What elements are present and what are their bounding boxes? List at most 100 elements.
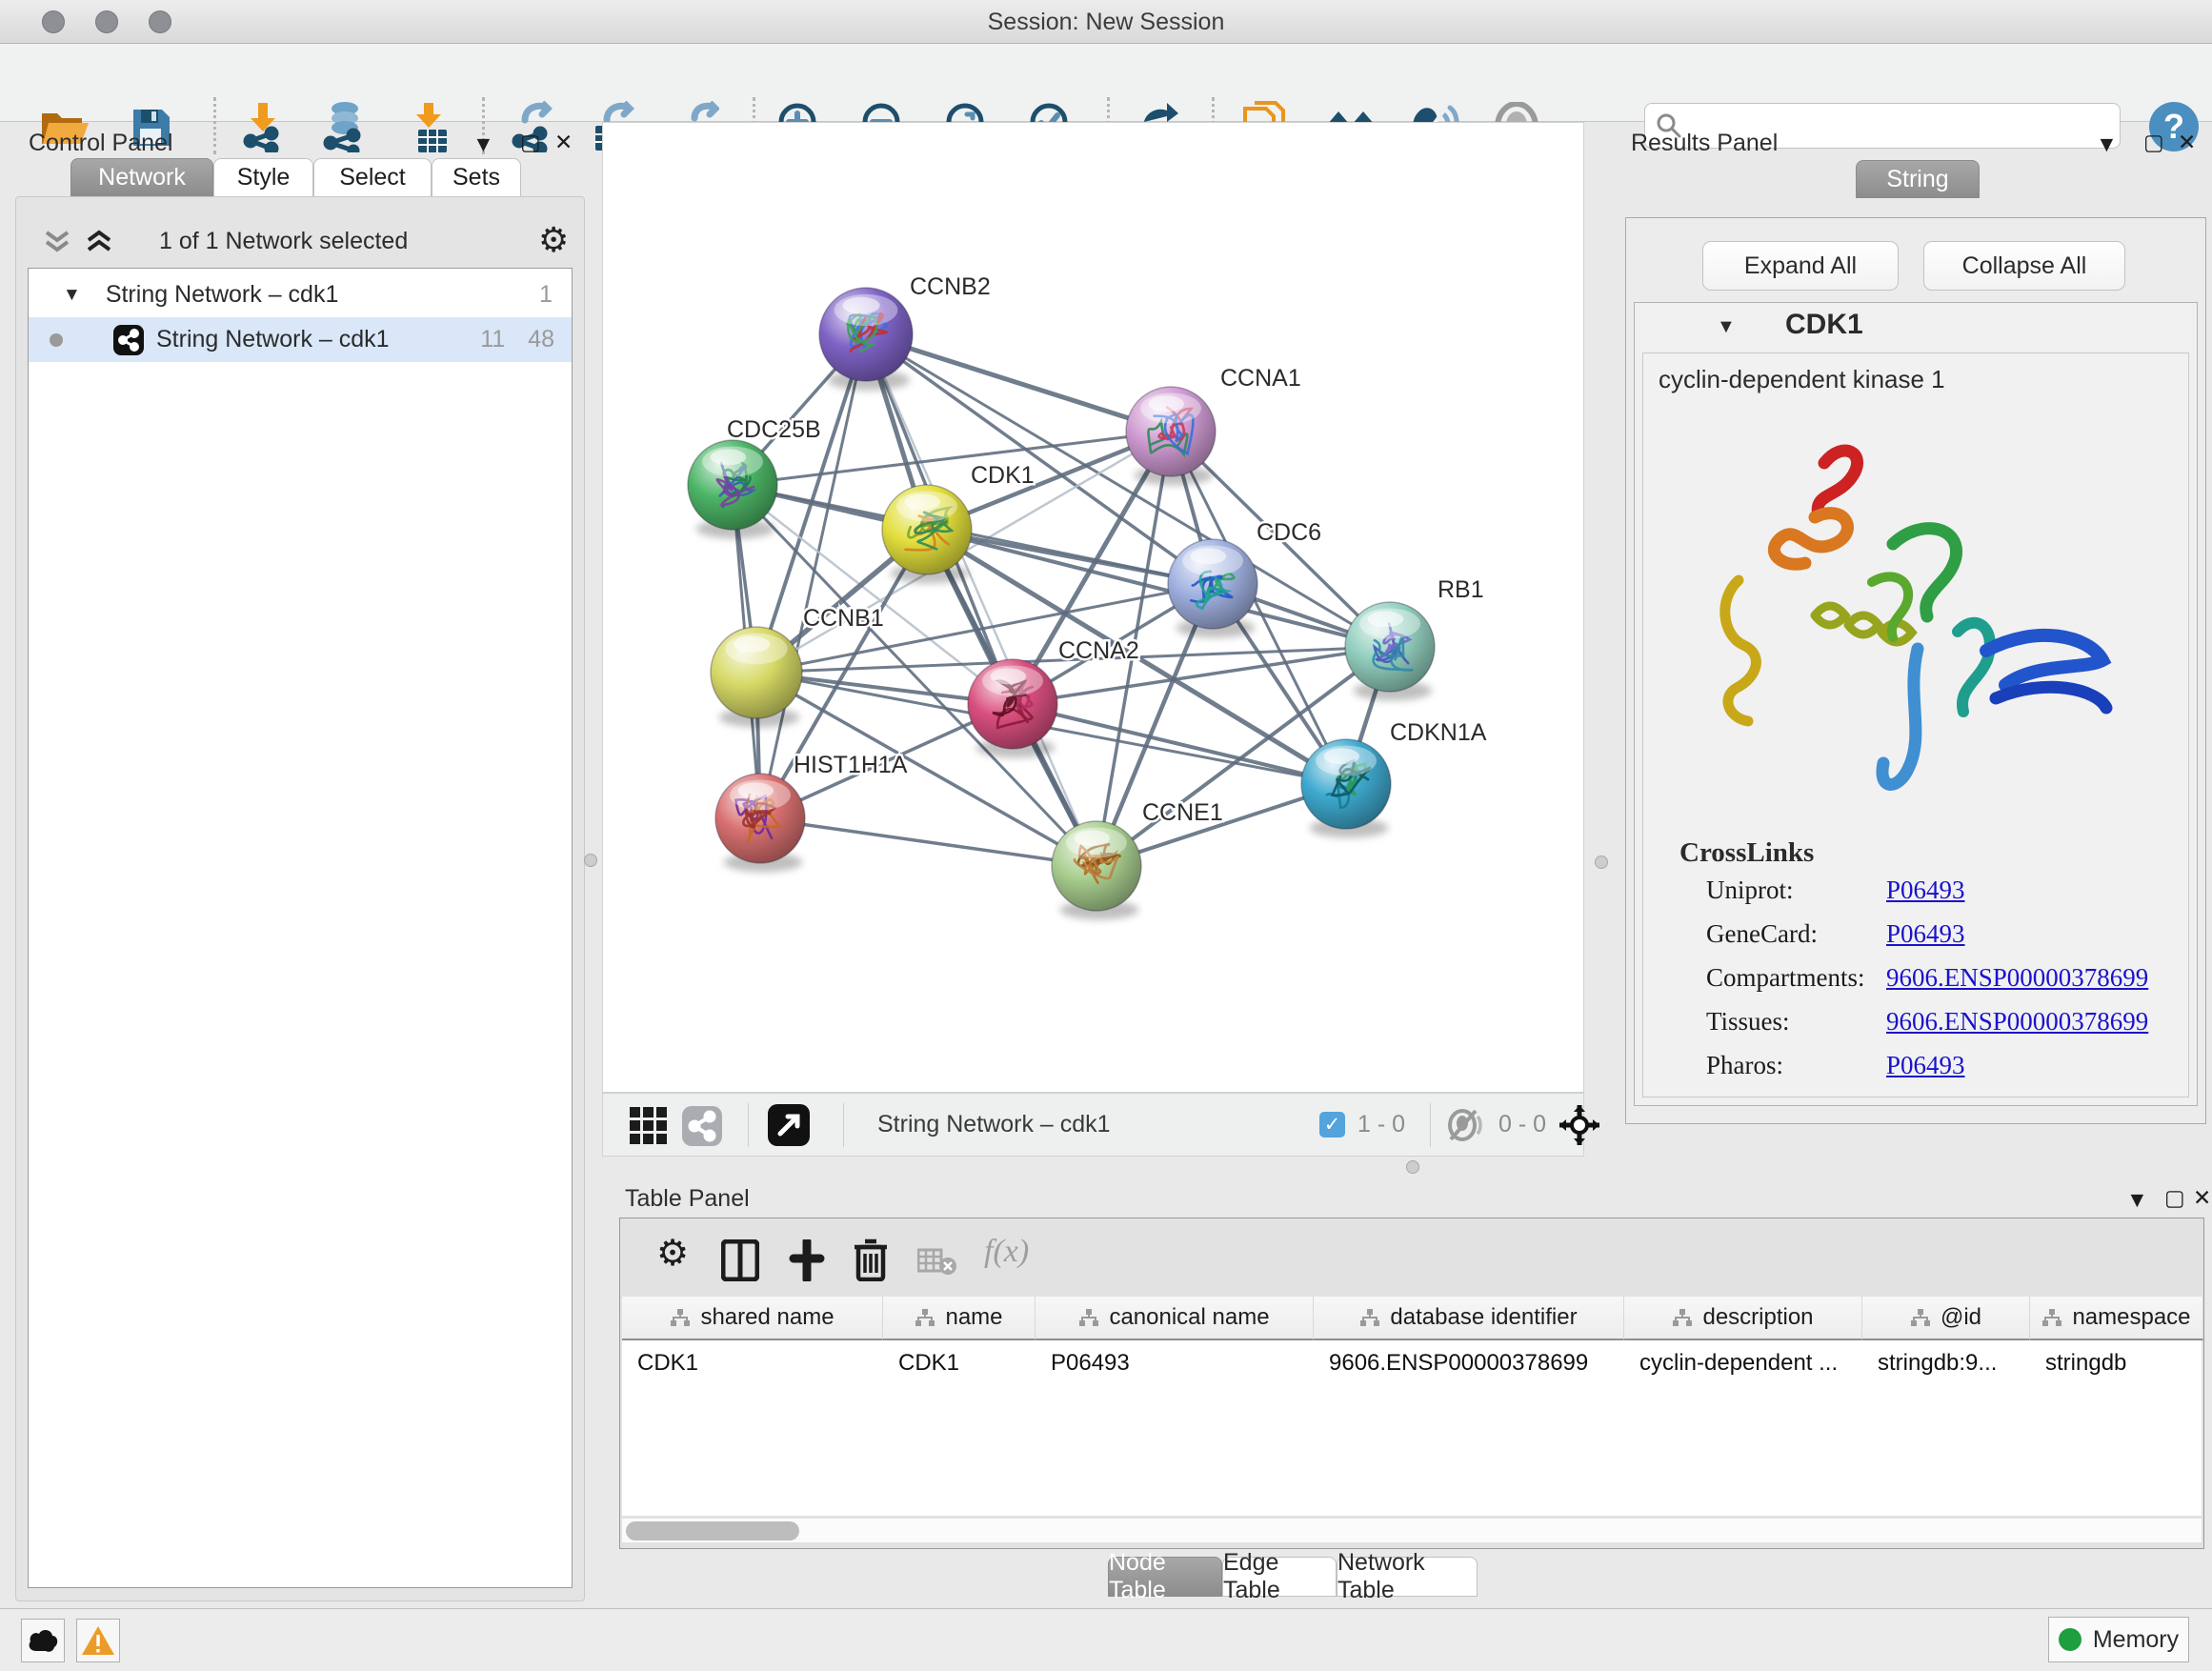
column-header--id[interactable]: @id [1862,1297,2030,1340]
table-settings-gear-icon[interactable]: ⚙ [656,1232,689,1275]
network-row-label: String Network – cdk1 [156,326,390,353]
column-header-name[interactable]: name [883,1297,1036,1340]
network-node-CCNA1[interactable] [1126,387,1216,485]
column-header-label: canonical name [1109,1304,1269,1331]
column-header-namespace[interactable]: namespace [2030,1297,2203,1340]
column-type-icon [670,1308,691,1327]
expand-all-button[interactable]: Expand All [1702,241,1899,291]
selected-nodes-checkbox[interactable]: ✓ [1319,1112,1345,1137]
tab-node-table[interactable]: Node Table [1108,1557,1222,1597]
create-column-plus-icon[interactable] [788,1239,826,1281]
network-node-CDC25B[interactable] [688,440,777,538]
crosslink-link[interactable]: P06493 [1886,919,1965,949]
column-type-icon [1078,1308,1099,1327]
tab-edge-table[interactable]: Edge Table [1222,1557,1337,1597]
tab-style[interactable]: Style [213,158,313,196]
network-node-CCNB2[interactable] [819,288,913,391]
tab-sets[interactable]: Sets [432,158,521,196]
maximize-panel-button[interactable]: ▢ [2143,130,2164,155]
network-collection-row[interactable]: ▼ String Network – cdk1 1 [29,272,572,317]
crosslink-row: Compartments: 9606.ENSP00000378699 [1643,963,2188,1007]
maximize-panel-button[interactable]: ▢ [2164,1185,2185,1211]
column-header-canonical-name[interactable]: canonical name [1036,1297,1314,1340]
column-type-icon [1672,1308,1693,1327]
crosslink-link[interactable]: 9606.ENSP00000378699 [1886,963,2148,993]
table-cell[interactable]: 9606.ENSP00000378699 [1314,1342,1624,1384]
node-table: shared name CDK1nameCDK1 canonical name P06… [622,1297,2202,1516]
minimize-window-button[interactable] [95,10,118,33]
network-node-HIST1H1A[interactable] [715,774,805,872]
horizontal-scrollbar[interactable] [622,1518,2202,1542]
crosslink-link[interactable]: 9606.ENSP00000378699 [1886,1007,2148,1037]
network-node-CCNE1[interactable] [1052,821,1141,919]
warnings-button[interactable] [76,1619,120,1662]
crosslink-row: Pharos:P06493 [1643,1051,2188,1095]
close-panel-button[interactable]: ✕ [2178,130,2196,155]
expand-all-icon[interactable] [85,230,113,254]
table-cell[interactable]: stringdb:9... [1862,1342,2030,1384]
crosslink-label: GeneCard: [1706,919,1818,949]
column-header-label: namespace [2072,1304,2190,1331]
table-cell[interactable]: stringdb [2030,1342,2203,1384]
memory-button[interactable]: Memory [2048,1617,2189,1662]
string-network-graph[interactable]: CCNB2CCNA1CDC25BCDK1CDC6RB1CCNB1CCNA2CDK… [603,123,1583,1092]
vertical-splitter-handle[interactable] [584,854,597,867]
show-columns-icon[interactable] [721,1239,759,1281]
network-node-CDKN1A[interactable] [1301,739,1391,837]
column-header-description[interactable]: description [1624,1297,1862,1340]
cloud-status-button[interactable] [21,1619,65,1662]
table-cell[interactable]: CDK1 [622,1342,883,1384]
vertical-splitter-handle[interactable] [1595,856,1608,869]
horizontal-splitter-handle[interactable] [1406,1160,1419,1174]
tab-select[interactable]: Select [313,158,432,196]
tab-network-table[interactable]: Network Table [1337,1557,1478,1597]
column-header-database-identifier[interactable]: database identifier [1314,1297,1624,1340]
collapse-triangle-icon[interactable]: ▼ [1717,316,1736,338]
table-cell[interactable]: P06493 [1036,1342,1314,1384]
close-panel-button[interactable]: ✕ [2193,1185,2211,1211]
scrollbar-thumb[interactable] [626,1521,799,1540]
network-node-CCNB1[interactable] [711,627,802,728]
float-panel-button[interactable]: ▼ [473,131,494,157]
network-node-RB1[interactable] [1345,602,1435,700]
maximize-panel-button[interactable]: ▢ [520,130,541,155]
crosslink-row: Tissues:9606.ENSP00000378699 [1643,1007,2188,1051]
zoom-window-button[interactable] [149,10,171,33]
column-header-shared-name[interactable]: shared name [622,1297,883,1340]
gear-icon[interactable]: ⚙ [538,220,569,260]
crosslink-link[interactable]: P06493 [1886,1051,1965,1080]
tab-string[interactable]: String [1856,160,1980,198]
birds-eye-view-icon[interactable] [628,1105,670,1147]
collapse-all-button[interactable]: Collapse All [1923,241,2125,291]
delete-column-trash-icon[interactable] [853,1238,889,1281]
crosslink-link[interactable]: P06493 [1886,876,1965,905]
float-panel-button[interactable]: ▼ [2096,131,2118,157]
network-icon [112,324,145,356]
crosslink-label: Uniprot: [1706,876,1794,905]
float-panel-button[interactable]: ▼ [2126,1187,2148,1213]
network-node-CCNA2[interactable] [968,659,1057,757]
open-in-browser-icon[interactable] [767,1103,811,1147]
node-label-CCNA1: CCNA1 [1220,365,1301,392]
window-title: Session: New Session [0,0,2212,44]
network-node-CDK1[interactable] [882,485,972,583]
node-label-CDKN1A: CDKN1A [1390,719,1487,746]
network-node-CDC6[interactable] [1168,539,1257,637]
table-cell[interactable]: cyclin-dependent ... [1624,1342,1862,1384]
fit-selected-crosshair-icon[interactable] [1558,1103,1601,1147]
string-settings-icon[interactable] [681,1105,723,1147]
node-label-CCNB2: CCNB2 [910,273,991,300]
collapse-all-icon[interactable] [43,230,71,254]
close-panel-button[interactable]: ✕ [554,130,573,155]
table-cell[interactable]: CDK1 [883,1342,1036,1384]
close-window-button[interactable] [42,10,65,33]
column-header-label: shared name [700,1304,834,1331]
collapse-triangle-icon[interactable]: ▼ [63,285,81,306]
function-builder-button: f(x) [984,1234,1029,1270]
crosslink-label: Compartments: [1706,963,1864,993]
window-titlebar: Session: New Session [0,0,2212,44]
network-view-canvas[interactable]: CCNB2CCNA1CDC25BCDK1CDC6RB1CCNB1CCNA2CDK… [602,122,1584,1093]
network-row[interactable]: String Network – cdk1 11 48 [29,317,572,362]
tab-network[interactable]: Network [70,158,213,196]
string-results-container: Expand All Collapse All ▼ CDK1 cyclin-de… [1625,217,2206,1124]
